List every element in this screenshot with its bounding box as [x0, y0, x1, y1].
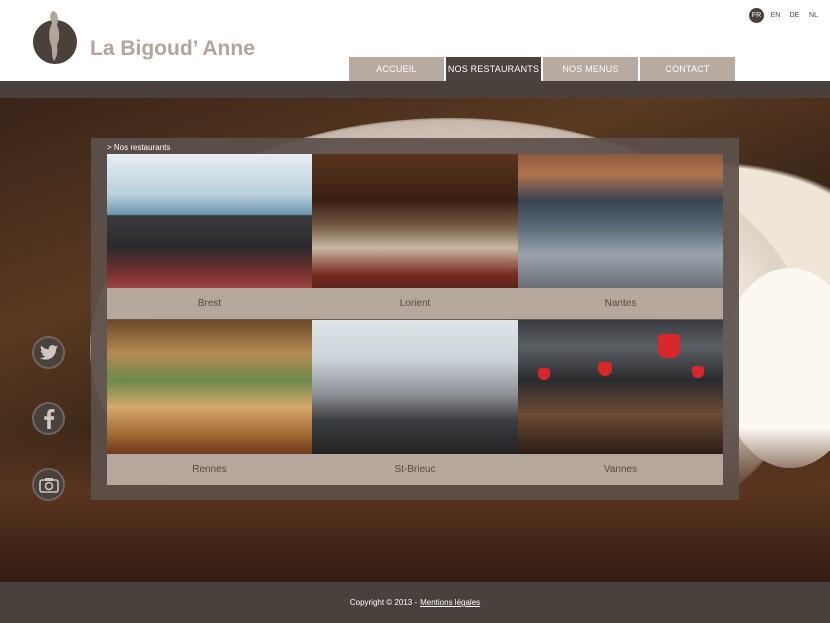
site-footer: Copyright © 2013 - Mentions légales: [0, 582, 830, 623]
restaurant-photo-lorient[interactable]: [312, 154, 518, 288]
restaurant-photo-vannes[interactable]: [518, 320, 723, 454]
restaurant-name[interactable]: Nantes: [518, 288, 723, 319]
main-nav: ACCUEIL NOS RESTAURANTS NOS MENUS CONTAC…: [349, 57, 735, 81]
restaurant-name[interactable]: Lorient: [312, 288, 518, 319]
restaurant-grid: Brest Lorient Nantes Rennes St-Brieuc Va…: [107, 154, 723, 485]
lamp-shape: [538, 368, 550, 380]
site-title[interactable]: La Bigoud’ Anne: [90, 37, 255, 61]
restaurant-name[interactable]: Vannes: [518, 454, 723, 485]
nav-nos-restaurants[interactable]: NOS RESTAURANTS: [446, 57, 541, 81]
restaurant-card-lorient[interactable]: Lorient: [312, 154, 518, 319]
breadcrumb[interactable]: > Nos restaurants: [107, 143, 170, 152]
restaurant-photo-stbrieuc[interactable]: [312, 320, 518, 454]
nav-nos-menus[interactable]: NOS MENUS: [543, 57, 638, 81]
restaurant-photo-rennes[interactable]: [107, 320, 312, 454]
language-switcher: FR EN DE NL: [749, 8, 821, 23]
photo-icon[interactable]: [32, 468, 65, 501]
legal-notice-link[interactable]: Mentions légales: [420, 598, 480, 607]
restaurant-name[interactable]: St-Brieuc: [312, 454, 518, 485]
restaurant-card-stbrieuc[interactable]: St-Brieuc: [312, 320, 518, 485]
restaurant-card-rennes[interactable]: Rennes: [107, 320, 312, 485]
restaurant-photo-nantes[interactable]: [518, 154, 723, 288]
nav-accueil[interactable]: ACCUEIL: [349, 57, 444, 81]
restaurant-card-nantes[interactable]: Nantes: [518, 154, 723, 319]
lang-nl[interactable]: NL: [806, 8, 821, 23]
restaurant-name[interactable]: Brest: [107, 288, 312, 319]
lang-en[interactable]: EN: [768, 8, 783, 23]
restaurant-photo-brest[interactable]: [107, 154, 312, 288]
header-band: [0, 81, 830, 98]
twitter-icon[interactable]: [32, 336, 65, 369]
lang-fr[interactable]: FR: [749, 8, 764, 23]
facebook-icon[interactable]: [32, 402, 65, 435]
lamp-shape: [658, 334, 680, 358]
lamp-shape: [598, 362, 612, 376]
logo[interactable]: [32, 9, 78, 65]
copyright-text: Copyright © 2013 -: [349, 598, 418, 607]
nav-contact[interactable]: CONTACT: [640, 57, 735, 81]
restaurant-name[interactable]: Rennes: [107, 454, 312, 485]
restaurant-card-brest[interactable]: Brest: [107, 154, 312, 319]
lamp-shape: [692, 366, 704, 378]
lang-de[interactable]: DE: [787, 8, 802, 23]
restaurant-card-vannes[interactable]: Vannes: [518, 320, 723, 485]
site-header: La Bigoud’ Anne FR EN DE NL ACCUEIL NOS …: [0, 0, 830, 81]
